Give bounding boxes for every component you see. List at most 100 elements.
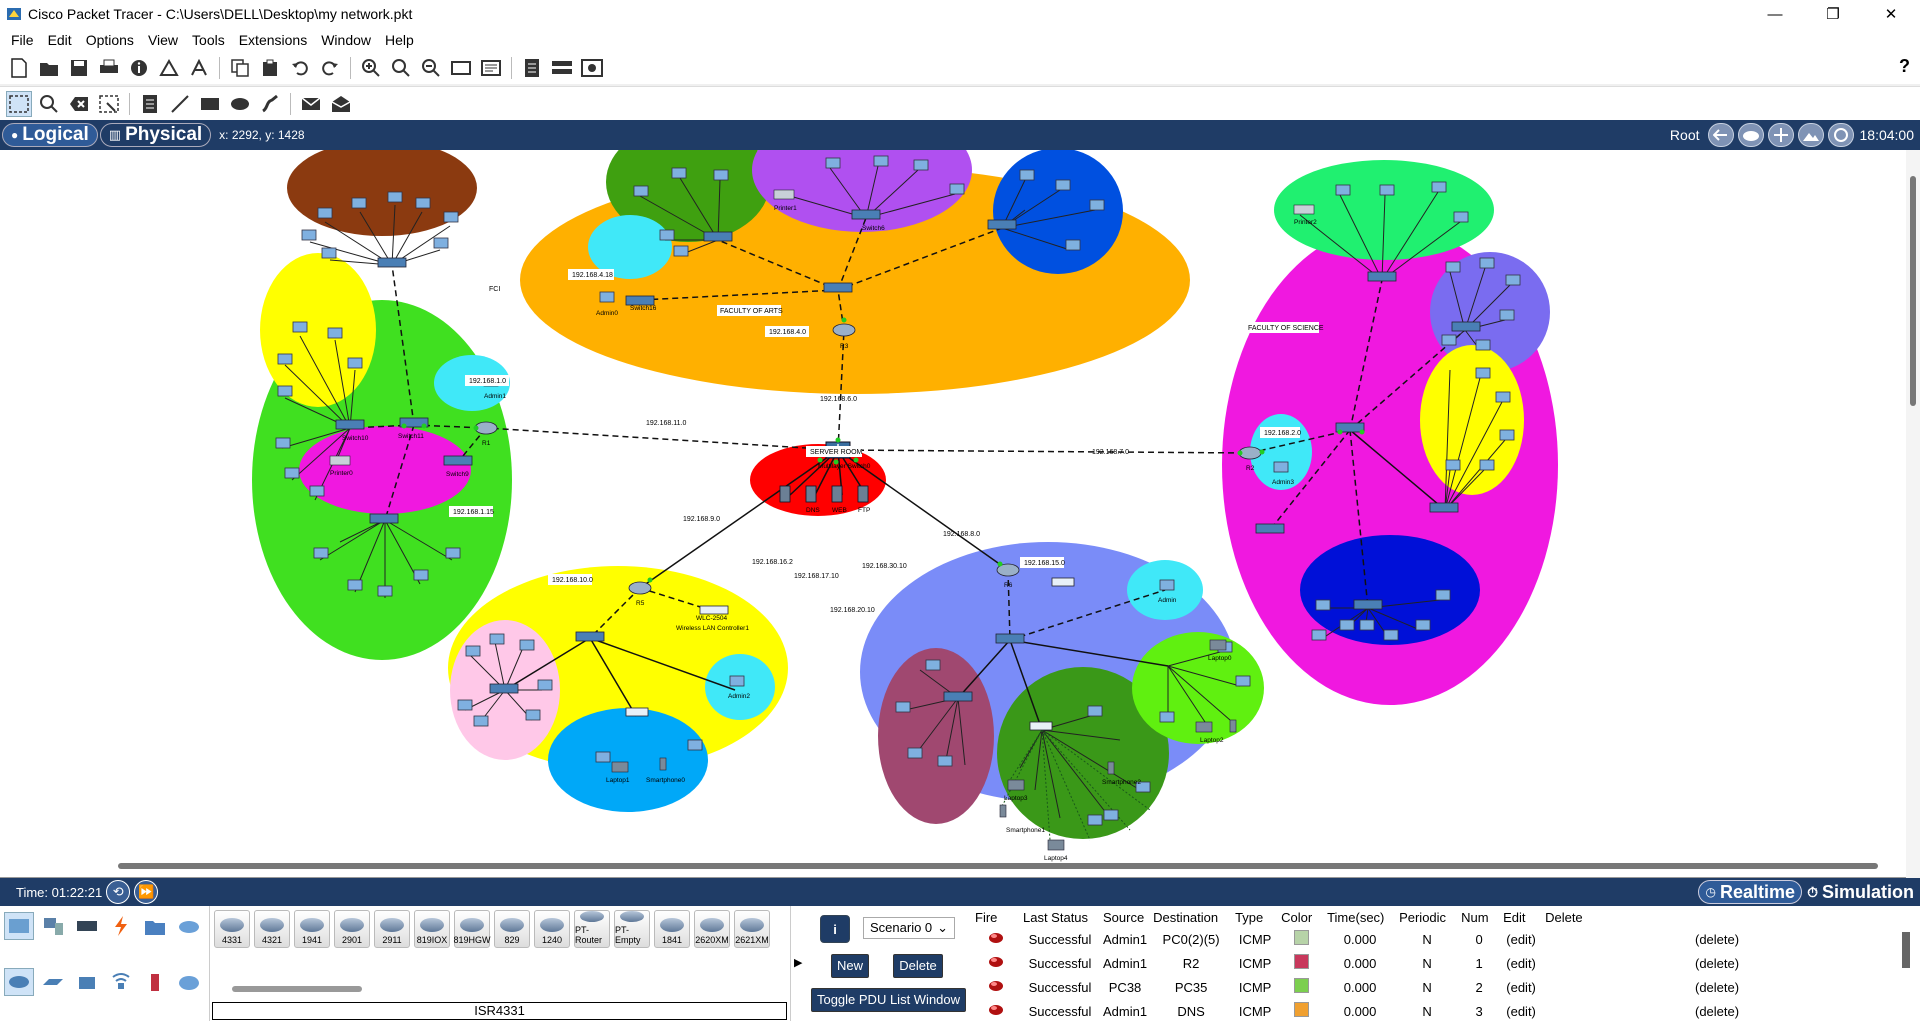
viewport-icon[interactable]: [1827, 123, 1854, 147]
device-2911[interactable]: 2911: [374, 910, 410, 948]
menu-edit[interactable]: Edit: [41, 32, 79, 48]
draw-rectangle-icon[interactable]: [197, 91, 223, 117]
info-icon[interactable]: [126, 55, 152, 81]
end-devices-icon[interactable]: [38, 912, 68, 940]
fire-icon[interactable]: [972, 975, 1020, 999]
hubs-icon[interactable]: [72, 968, 102, 996]
link-ml-r2[interactable]: [837, 449, 1251, 454]
network-topology[interactable]: 192.168.4.18 192.168.4.0 192.168.6.0 192…: [0, 150, 1920, 878]
delete-link[interactable]: (delete): [1542, 999, 1742, 1021]
menu-view[interactable]: View: [141, 32, 185, 48]
redo-icon[interactable]: [317, 55, 343, 81]
open-folder-icon[interactable]: [36, 55, 62, 81]
screenshot-icon[interactable]: [579, 55, 605, 81]
simulation-mode-button[interactable]: ⏱ Simulation: [1803, 880, 1918, 904]
palette-scrollbar[interactable]: [232, 986, 362, 992]
delete-scenario-button[interactable]: Delete: [893, 954, 943, 978]
edit-link[interactable]: (edit): [1500, 975, 1542, 999]
help-button[interactable]: ?: [1899, 56, 1910, 77]
save-icon[interactable]: [66, 55, 92, 81]
multiuser-icon[interactable]: [174, 912, 204, 940]
delete-link[interactable]: (delete): [1542, 975, 1742, 999]
device-4321[interactable]: 4321: [254, 910, 290, 948]
menu-options[interactable]: Options: [79, 32, 141, 48]
restore-button[interactable]: ❐: [1804, 0, 1862, 28]
draw-ellipse-icon[interactable]: [227, 91, 253, 117]
realtime-mode-button[interactable]: ◷ Realtime: [1698, 880, 1802, 904]
miscellaneous-icon[interactable]: [140, 912, 170, 940]
server-manager-icon[interactable]: [549, 55, 575, 81]
routers-icon[interactable]: [4, 968, 34, 996]
complex-pdu-icon[interactable]: [328, 91, 354, 117]
menu-extensions[interactable]: Extensions: [232, 32, 314, 48]
select-icon[interactable]: [6, 90, 32, 117]
zoom-reset-icon[interactable]: [388, 55, 414, 81]
menu-file[interactable]: File: [4, 32, 41, 48]
device-819iox[interactable]: 819IOX: [414, 910, 450, 948]
logical-workspace[interactable]: 192.168.4.18 192.168.4.0 192.168.6.0 192…: [0, 150, 1920, 878]
connections-icon[interactable]: [106, 912, 136, 940]
paste-icon[interactable]: [257, 55, 283, 81]
scenario-select[interactable]: Scenario 0 ⌄: [863, 917, 955, 939]
device-1841[interactable]: 1841: [654, 910, 690, 948]
delete-link[interactable]: (delete): [1542, 927, 1742, 951]
fire-icon[interactable]: [972, 999, 1020, 1021]
zoom-in-icon[interactable]: [358, 55, 384, 81]
activity-wizard-icon[interactable]: [156, 55, 182, 81]
workspace-horizontal-scrollbar[interactable]: [0, 860, 1906, 872]
move-object-icon[interactable]: [1767, 123, 1794, 147]
freeform-icon[interactable]: [257, 91, 283, 117]
table-row[interactable]: Successful PC38 PC35 ICMP 0.000 N 2 (edi…: [972, 975, 1742, 999]
edit-link[interactable]: (edit): [1500, 927, 1542, 951]
cluster-icon[interactable]: [1737, 123, 1764, 147]
drawing-palette-icon[interactable]: [448, 55, 474, 81]
zoom-out-icon[interactable]: [418, 55, 444, 81]
custom-device-dialog-icon[interactable]: [478, 55, 504, 81]
link-ml-r1[interactable]: [485, 427, 839, 451]
delete-icon[interactable]: [66, 91, 92, 117]
network-devices-icon[interactable]: [4, 912, 34, 940]
menu-tools[interactable]: Tools: [185, 32, 232, 48]
device-4331[interactable]: 4331: [214, 910, 250, 948]
device-2620xm[interactable]: 2620XM: [694, 910, 730, 948]
menu-window[interactable]: Window: [314, 32, 378, 48]
fire-icon[interactable]: [972, 951, 1020, 975]
device-1941[interactable]: 1941: [294, 910, 330, 948]
delete-link[interactable]: (delete): [1542, 951, 1742, 975]
device-819hgw[interactable]: 819HGW: [454, 910, 491, 948]
custom-device-icon[interactable]: [186, 55, 212, 81]
fast-forward-icon[interactable]: ⏩: [134, 880, 159, 904]
wireless-devices-icon[interactable]: [106, 968, 136, 996]
power-cycle-icon[interactable]: ⟲: [106, 880, 131, 904]
table-row[interactable]: Successful Admin1 DNS ICMP 0.000 N 3 (ed…: [972, 999, 1742, 1021]
wan-emulation-icon[interactable]: [174, 968, 204, 996]
root-label[interactable]: Root: [1670, 127, 1700, 143]
device-829[interactable]: 829: [494, 910, 530, 948]
minimize-button[interactable]: —: [1746, 0, 1804, 28]
device-pt-router[interactable]: PT-Router: [574, 910, 610, 948]
physical-tab[interactable]: ▥ Physical: [99, 123, 212, 147]
new-scenario-button[interactable]: New: [831, 954, 869, 978]
fire-icon[interactable]: [972, 927, 1020, 951]
place-note-icon[interactable]: [137, 91, 163, 117]
print-icon[interactable]: [96, 55, 122, 81]
new-file-icon[interactable]: [6, 55, 32, 81]
table-row[interactable]: Successful Admin1 PC0(2)(5) ICMP 0.000 N…: [972, 927, 1742, 951]
device-1240[interactable]: 1240: [534, 910, 570, 948]
simple-pdu-icon[interactable]: [298, 91, 324, 117]
notes-icon[interactable]: [519, 55, 545, 81]
back-icon[interactable]: [1707, 123, 1734, 147]
logical-tab[interactable]: ● Logical: [2, 123, 98, 147]
draw-line-icon[interactable]: [167, 91, 193, 117]
device-2621xm[interactable]: 2621XM: [734, 910, 770, 948]
copy-icon[interactable]: [227, 55, 253, 81]
workspace-vertical-scrollbar[interactable]: [1906, 150, 1920, 878]
table-row[interactable]: Successful Admin1 R2 ICMP 0.000 N 1 (edi…: [972, 951, 1742, 975]
security-icon[interactable]: [140, 968, 170, 996]
toggle-pdu-list-button[interactable]: Toggle PDU List Window: [811, 988, 966, 1012]
menu-help[interactable]: Help: [378, 32, 421, 48]
pdu-list-scrollbar[interactable]: [1902, 932, 1910, 968]
resize-shape-icon[interactable]: [96, 91, 122, 117]
edit-link[interactable]: (edit): [1500, 951, 1542, 975]
scenario-info-icon[interactable]: i: [820, 915, 850, 943]
